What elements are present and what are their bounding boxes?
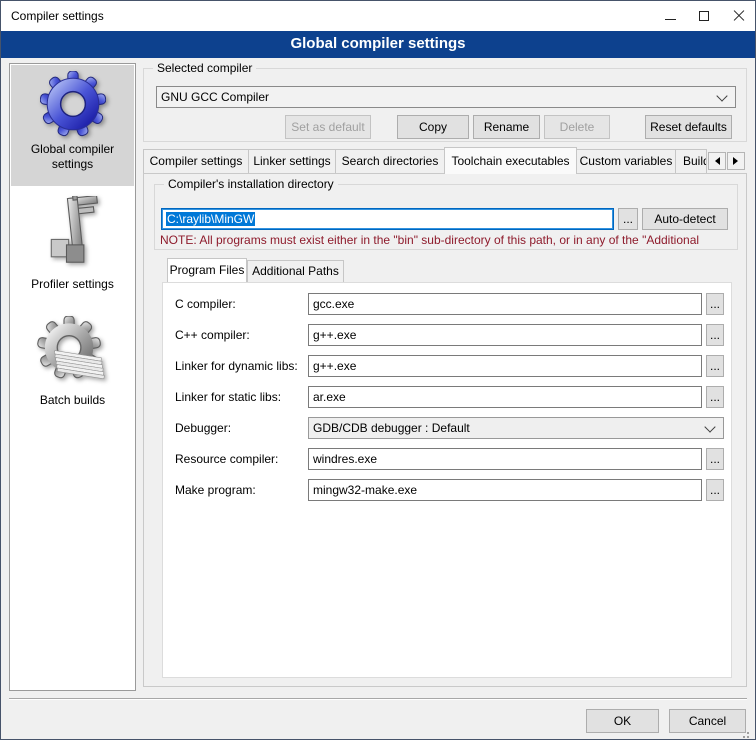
delete-button[interactable]: Delete [544, 115, 610, 139]
selected-compiler-legend: Selected compiler [153, 61, 256, 75]
caliper-icon [11, 196, 134, 275]
linker-static-value[interactable] [313, 387, 697, 407]
linker-dynamic-browse-button[interactable]: ... [706, 355, 724, 377]
rename-button[interactable]: Rename [473, 115, 540, 139]
arrow-left-icon [711, 157, 720, 165]
tab-linker-settings[interactable]: Linker settings [248, 149, 336, 173]
sidebar-item-global-compiler-settings[interactable]: Global compiler settings [11, 65, 134, 186]
close-icon [732, 10, 744, 22]
compiler-settings-dialog: Compiler settings Global compiler settin… [0, 0, 756, 740]
chevron-down-icon [704, 421, 715, 432]
minimize-button[interactable] [653, 1, 687, 31]
make-program-label: Make program: [175, 479, 256, 501]
compiler-select-value: GNU GCC Compiler [161, 90, 269, 104]
tab-build-truncated[interactable]: Build [675, 149, 707, 173]
tab-scroll-right-button[interactable] [727, 152, 745, 170]
c-compiler-browse-button[interactable]: ... [706, 293, 724, 315]
auto-detect-button[interactable]: Auto-detect [642, 208, 728, 230]
gray-gear-stack-icon [11, 316, 134, 391]
make-program-browse-button[interactable]: ... [706, 479, 724, 501]
tab-scroll-left-button[interactable] [708, 152, 726, 170]
cpp-compiler-value[interactable] [313, 325, 697, 345]
cpp-compiler-label: C++ compiler: [175, 324, 250, 346]
debugger-select-value: GDB/CDB debugger : Default [313, 421, 470, 435]
toolchain-executables-pane: Compiler's installation directory C:\ray… [143, 173, 747, 687]
linker-static-label: Linker for static libs: [175, 386, 281, 408]
c-compiler-label: C compiler: [175, 293, 236, 315]
selected-compiler-group: Selected compiler GNU GCC Compiler Set a… [143, 68, 747, 142]
cpp-compiler-browse-button[interactable]: ... [706, 324, 724, 346]
blue-gear-icon [11, 71, 134, 140]
program-files-pane: C compiler: ... C++ compiler: ... Linker… [162, 282, 732, 678]
resize-grip[interactable] [739, 732, 741, 734]
linker-dynamic-label: Linker for dynamic libs: [175, 355, 298, 377]
ok-button[interactable]: OK [586, 709, 659, 733]
c-compiler-value[interactable] [313, 294, 697, 314]
sidebar-item-profiler-settings[interactable]: Profiler settings [11, 194, 134, 298]
installation-directory-input[interactable]: C:\raylib\MinGW [161, 208, 614, 230]
linker-static-browse-button[interactable]: ... [706, 386, 724, 408]
footer-separator [9, 698, 747, 700]
chevron-down-icon [716, 90, 727, 101]
maximize-button[interactable] [687, 1, 721, 31]
resource-compiler-label: Resource compiler: [175, 448, 278, 470]
close-button[interactable] [721, 1, 755, 31]
cancel-button[interactable]: Cancel [669, 709, 746, 733]
sidebar-item-batch-builds[interactable]: Batch builds [11, 310, 134, 422]
selected-path-text: C:\raylib\MinGW [166, 212, 255, 226]
tab-compiler-settings[interactable]: Compiler settings [143, 149, 249, 173]
make-program-input[interactable] [308, 479, 702, 501]
cpp-compiler-input[interactable] [308, 324, 702, 346]
sidebar-item-label: Global compiler settings [11, 140, 134, 172]
tab-additional-paths[interactable]: Additional Paths [247, 260, 344, 282]
tab-program-files[interactable]: Program Files [167, 258, 247, 282]
sidebar-item-label: Profiler settings [11, 275, 134, 292]
settings-category-list: Global compiler settings [9, 63, 136, 691]
installation-directory-legend: Compiler's installation directory [164, 177, 338, 191]
maximize-icon [699, 11, 709, 21]
reset-defaults-button[interactable]: Reset defaults [645, 115, 732, 139]
resource-compiler-value[interactable] [313, 449, 697, 469]
make-program-value[interactable] [313, 480, 697, 500]
tab-custom-variables[interactable]: Custom variables [576, 149, 676, 173]
compiler-select[interactable]: GNU GCC Compiler [156, 86, 736, 108]
titlebar[interactable]: Compiler settings [1, 1, 755, 31]
linker-dynamic-value[interactable] [313, 356, 697, 376]
page-title: Global compiler settings [1, 31, 755, 58]
copy-button[interactable]: Copy [397, 115, 469, 139]
resource-compiler-browse-button[interactable]: ... [706, 448, 724, 470]
resource-compiler-input[interactable] [308, 448, 702, 470]
browse-directory-button[interactable]: ... [618, 208, 638, 230]
minimize-icon [665, 19, 676, 20]
tab-search-directories[interactable]: Search directories [335, 149, 445, 173]
sidebar-item-label: Batch builds [11, 391, 134, 408]
tab-toolchain-executables[interactable]: Toolchain executables [444, 147, 577, 174]
set-as-default-button[interactable]: Set as default [285, 115, 371, 139]
window-title: Compiler settings [11, 9, 104, 23]
arrow-right-icon [733, 157, 742, 165]
linker-static-input[interactable] [308, 386, 702, 408]
debugger-select[interactable]: GDB/CDB debugger : Default [308, 417, 724, 439]
note-text: NOTE: All programs must exist either in … [160, 233, 746, 247]
window-controls [653, 1, 755, 31]
debugger-label: Debugger: [175, 417, 231, 439]
c-compiler-input[interactable] [308, 293, 702, 315]
linker-dynamic-input[interactable] [308, 355, 702, 377]
